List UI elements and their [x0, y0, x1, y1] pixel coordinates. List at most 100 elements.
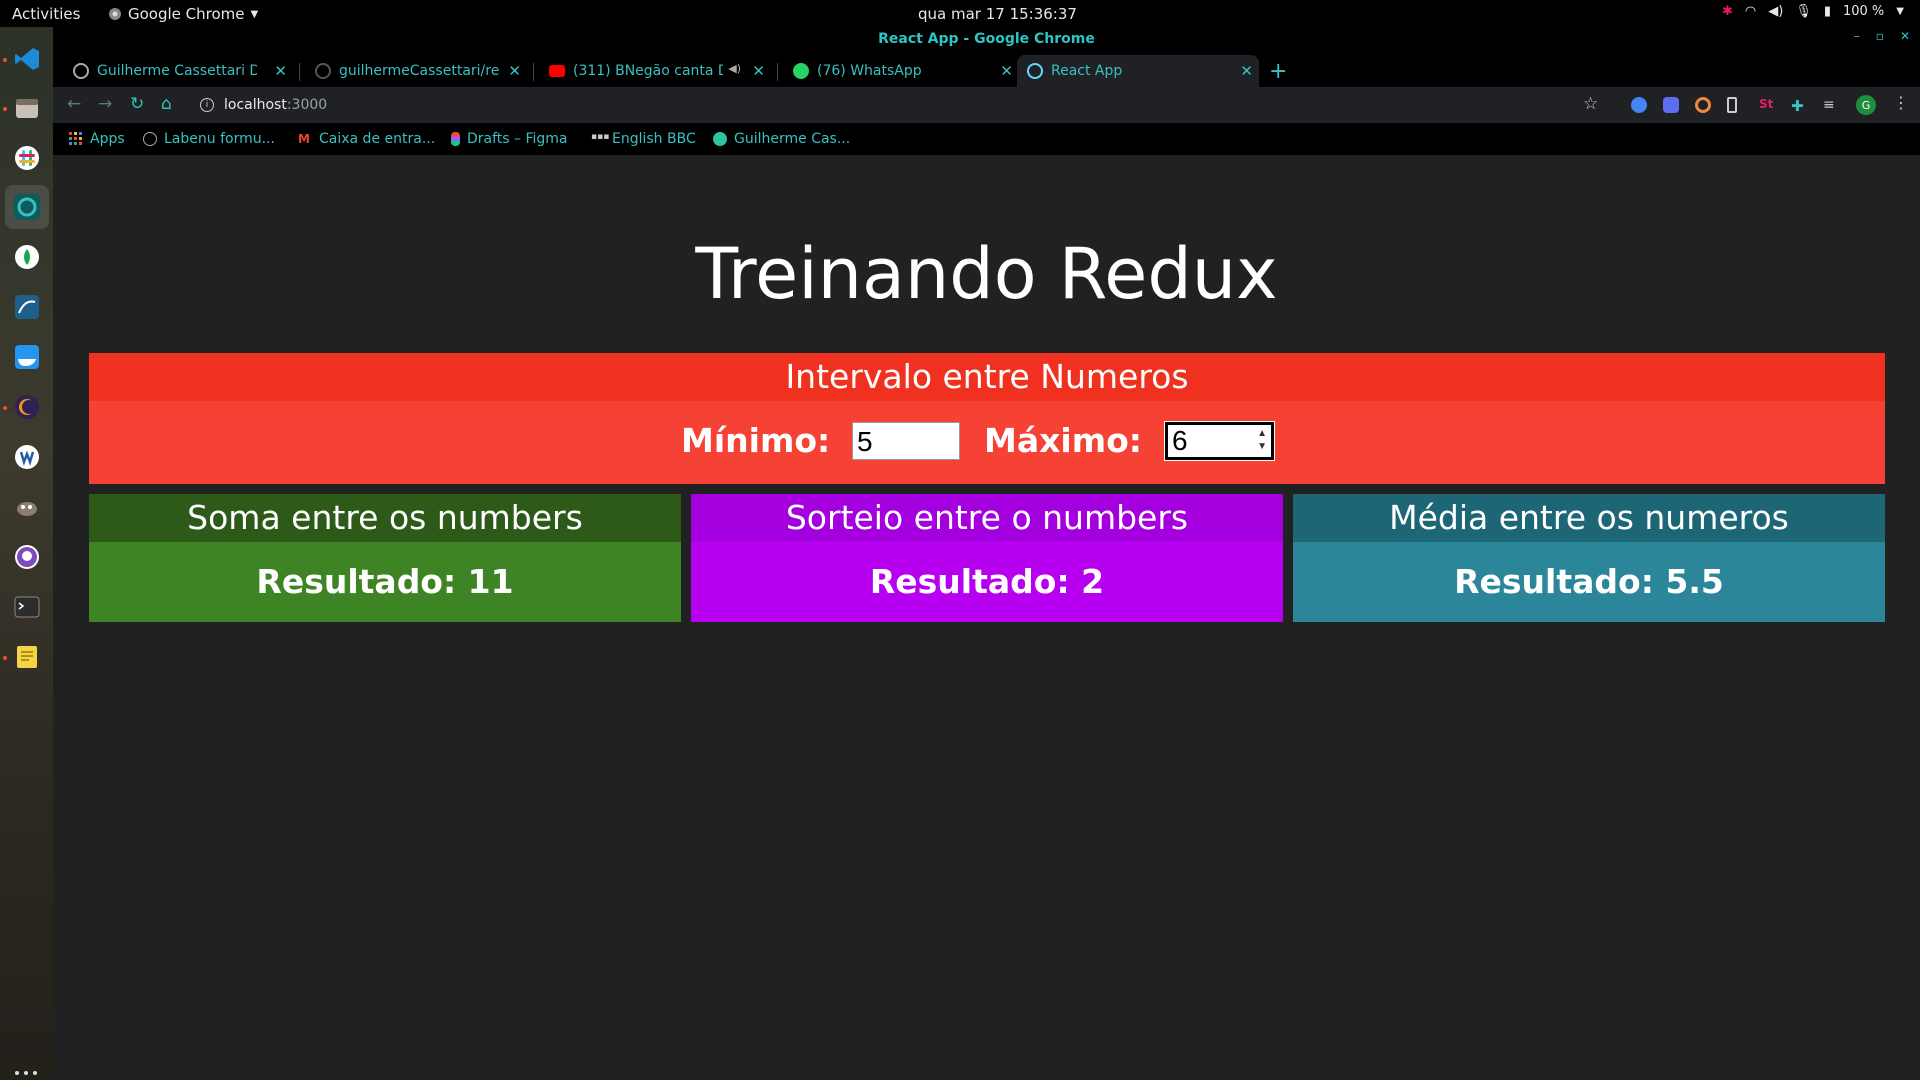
app-menu-label: Google Chrome: [128, 5, 245, 23]
tab-github[interactable]: guilhermeCassettari/redux ✕: [305, 55, 527, 87]
max-input-value: 6: [1172, 425, 1188, 456]
max-label: Máximo:: [984, 421, 1142, 460]
bbc-icon: ▪▪▪: [591, 132, 610, 142]
min-label: Mínimo:: [681, 421, 831, 460]
reading-list-icon[interactable]: ≡: [1823, 97, 1839, 113]
back-icon[interactable]: ←: [67, 94, 81, 114]
close-icon[interactable]: ✕: [1900, 29, 1910, 43]
bookmark-gmail[interactable]: M Caixa de entra...: [298, 131, 435, 147]
activities-button[interactable]: Activities: [12, 5, 80, 23]
volume-icon: ◀): [1768, 4, 1784, 19]
browser-toolbar: ← → ↻ ⌂ i localhost:3000 ☆ St ✚ ≡ G ⋮: [53, 87, 1920, 123]
github-icon[interactable]: [9, 539, 45, 575]
sum-card-result: Resultado: 11: [89, 542, 681, 622]
profile-avatar[interactable]: G: [1856, 95, 1876, 115]
device-icon[interactable]: [1727, 97, 1737, 113]
show-applications-icon[interactable]: [15, 1071, 37, 1080]
apps-grid-icon: [69, 132, 82, 145]
chevron-down-icon: ▼: [250, 8, 259, 20]
vscode-icon[interactable]: [9, 41, 45, 77]
interval-inputs-row: Mínimo: 5 Máximo: 6 ▲ ▼: [89, 401, 1885, 484]
clock[interactable]: qua mar 17 15:36:37: [918, 5, 1077, 23]
figma-icon: [451, 132, 460, 146]
more-menu-icon[interactable]: ⋮: [1893, 93, 1909, 112]
battery-percent: 100 %: [1842, 4, 1885, 19]
gmail-icon: M: [298, 132, 310, 146]
new-tab-button[interactable]: +: [1269, 59, 1287, 84]
eclipse-icon[interactable]: [9, 389, 45, 425]
tab-portfolio[interactable]: Guilherme Cassettari Dev ✕: [63, 55, 293, 87]
number-stepper-icon[interactable]: ▲ ▼: [1257, 427, 1267, 453]
bookmark-bbc[interactable]: ▪▪▪ English BBC: [591, 131, 696, 147]
close-tab-icon[interactable]: ✕: [752, 62, 765, 80]
address-bar[interactable]: i localhost:3000: [190, 91, 1610, 119]
color-picker-icon[interactable]: [1695, 97, 1711, 113]
extension-icon[interactable]: [1631, 97, 1647, 113]
maximize-icon[interactable]: ▫: [1876, 29, 1884, 43]
window-titlebar[interactable]: React App - Google Chrome – ▫ ✕: [53, 27, 1920, 51]
app-menu[interactable]: Google Chrome ▼: [108, 5, 258, 23]
page-content: Treinando Redux Intervalo entre Numeros …: [53, 155, 1920, 1080]
files-icon[interactable]: [9, 90, 45, 126]
home-icon[interactable]: ⌂: [161, 94, 172, 114]
close-tab-icon[interactable]: ✕: [1000, 62, 1013, 80]
audio-playing-icon[interactable]: ◀): [728, 62, 741, 75]
gimp-icon[interactable]: [9, 489, 45, 525]
translate-icon[interactable]: [1663, 97, 1679, 113]
tab-youtube[interactable]: (311) BNegão canta De ◀) ✕: [539, 55, 771, 87]
youtube-icon: [549, 65, 565, 77]
average-card: Média entre os numeros Resultado: 5.5: [1293, 494, 1885, 622]
globe-icon: [143, 132, 157, 146]
sum-card-heading: Soma entre os numbers: [89, 494, 681, 542]
site-info-icon[interactable]: i: [200, 98, 214, 112]
draw-card-result: Resultado: 2: [691, 542, 1283, 622]
terminal-icon[interactable]: [9, 589, 45, 625]
portfolio-icon: [713, 132, 727, 146]
max-input[interactable]: 6 ▲ ▼: [1164, 421, 1275, 461]
close-tab-icon[interactable]: ✕: [508, 62, 521, 80]
bookmark-star-icon[interactable]: ☆: [1583, 94, 1598, 114]
average-card-result: Resultado: 5.5: [1293, 542, 1885, 622]
url-port: :3000: [286, 97, 328, 113]
close-tab-icon[interactable]: ✕: [274, 62, 287, 80]
min-input[interactable]: 5: [852, 422, 960, 460]
whatsapp-icon: [793, 63, 809, 79]
url-host: localhost: [224, 97, 287, 113]
reload-icon[interactable]: ↻: [130, 94, 144, 114]
minimize-icon[interactable]: –: [1854, 29, 1860, 43]
system-tray[interactable]: ✱ ◠ ◀) 🎙 ▮ 100 % ▼: [1722, 4, 1904, 19]
bookmark-labenu[interactable]: Labenu formu...: [143, 131, 275, 147]
writer-icon[interactable]: [9, 439, 45, 475]
average-card-heading: Média entre os numeros: [1293, 494, 1885, 542]
extensions-puzzle-icon[interactable]: ✚: [1791, 97, 1807, 115]
bookmark-apps[interactable]: Apps: [69, 131, 125, 147]
min-input-value: 5: [857, 426, 873, 457]
slack-tray-icon[interactable]: ✱: [1722, 4, 1733, 19]
notes-icon[interactable]: [9, 639, 45, 675]
tab-whatsapp[interactable]: (76) WhatsApp ✕: [783, 55, 1019, 87]
page-title: Treinando Redux: [695, 233, 1278, 315]
microphone-icon: 🎙: [1795, 4, 1812, 19]
bookmark-figma[interactable]: Drafts – Figma: [451, 131, 568, 147]
stylus-icon[interactable]: St: [1759, 97, 1775, 113]
interval-panel: Intervalo entre Numeros Mínimo: 5 Máximo…: [89, 353, 1885, 484]
close-tab-icon[interactable]: ✕: [1240, 62, 1253, 80]
tab-react-app[interactable]: React App ✕: [1017, 55, 1259, 87]
react-icon: [1027, 63, 1043, 79]
chevron-down-icon[interactable]: ▼: [1896, 6, 1904, 17]
dock: [0, 27, 53, 1080]
forward-icon[interactable]: →: [98, 94, 112, 114]
mongodb-icon[interactable]: [9, 239, 45, 275]
wifi-icon: ◠: [1744, 4, 1757, 19]
slack-icon[interactable]: [9, 140, 45, 176]
github-icon: [315, 63, 331, 79]
mysql-workbench-icon[interactable]: [9, 289, 45, 325]
chrome-icon: [109, 8, 121, 20]
window-title: React App - Google Chrome: [878, 31, 1095, 47]
docker-icon[interactable]: [9, 339, 45, 375]
browser-icon[interactable]: [5, 185, 49, 229]
draw-card: Sorteio entre o numbers Resultado: 2: [691, 494, 1283, 622]
system-top-bar: Activities Google Chrome ▼ qua mar 17 15…: [0, 0, 1920, 27]
bookmark-portfolio[interactable]: Guilherme Cas...: [713, 131, 850, 147]
tab-strip: Guilherme Cassettari Dev ✕ guilhermeCass…: [53, 51, 1920, 87]
